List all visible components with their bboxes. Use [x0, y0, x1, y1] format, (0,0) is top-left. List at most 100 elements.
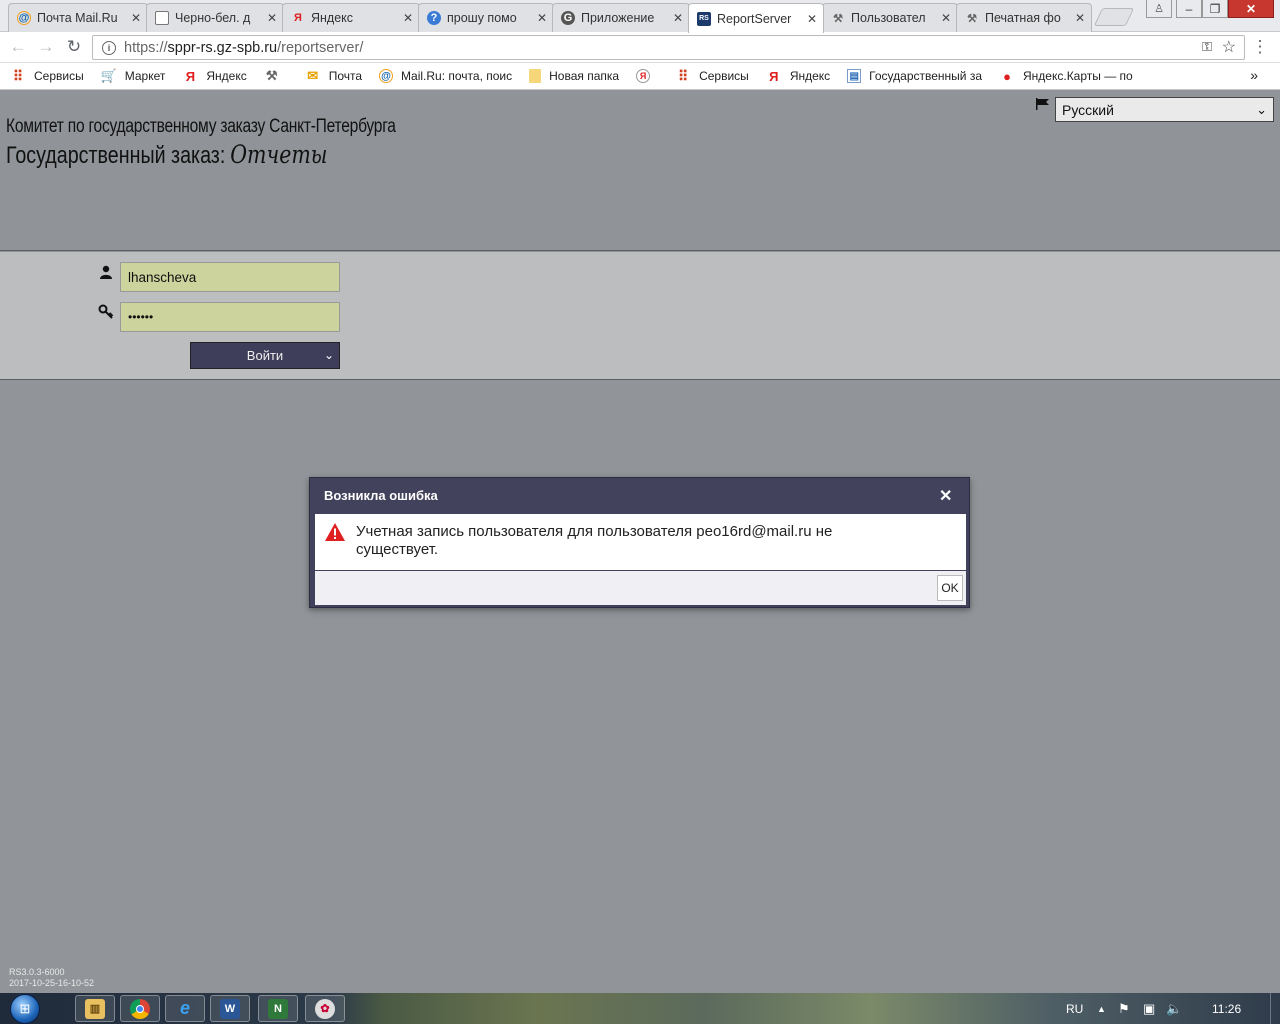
menu-dots-icon[interactable]: ⋮	[1250, 37, 1270, 57]
tab-users[interactable]: ⚒ Пользовател ✕	[822, 3, 958, 32]
tab-title: прошу помо	[447, 11, 517, 25]
password-input[interactable]: ••••••	[120, 302, 340, 332]
more-bookmarks-icon[interactable]: »	[1250, 67, 1258, 83]
taskbar-explorer[interactable]: ▥	[75, 995, 115, 1022]
bookmark-yandex-2[interactable]: Я Яндекс	[766, 68, 830, 84]
close-window-icon[interactable]: ✕	[1228, 0, 1274, 18]
volume-muted-icon[interactable]: 🔈	[1166, 993, 1182, 1024]
error-message: Учетная запись пользователя для пользова…	[356, 523, 833, 558]
bookmark-mail[interactable]: ✉ Почта	[305, 68, 362, 84]
yandex-search-icon: Я	[636, 69, 651, 83]
close-icon[interactable]: ✕	[1075, 11, 1085, 25]
bookmark-services[interactable]: ⠿ Сервисы	[10, 68, 84, 84]
dialog-footer: OK	[315, 571, 966, 605]
close-icon[interactable]: ✕	[537, 11, 547, 25]
tab-mailru[interactable]: @ Почта Mail.Ru ✕	[8, 3, 148, 32]
username-input[interactable]: lhanscheva	[120, 262, 340, 292]
start-button[interactable]: ⊞	[5, 993, 45, 1024]
windows-logo-icon: ⊞	[10, 993, 40, 1024]
chrome-icon	[130, 998, 150, 1019]
bookmark-mailru[interactable]: @ Mail.Ru: почта, поис	[379, 69, 512, 83]
org-title: Комитет по государственному заказу Санкт…	[6, 116, 396, 137]
back-arrow-icon[interactable]: ←	[8, 37, 28, 57]
show-desktop-button[interactable]	[1270, 993, 1280, 1024]
tab-document[interactable]: Черно-бел. д ✕	[146, 3, 284, 32]
login-panel: lhanscheva •••••• Войти ⌄	[0, 252, 1280, 380]
yandex-icon: Я	[769, 68, 779, 84]
taskbar-paint[interactable]: ✿	[305, 995, 345, 1022]
tab-title: ReportServer	[717, 11, 792, 26]
bookmark-services-2[interactable]: ⠿ Сервисы	[675, 68, 749, 84]
address-bar[interactable]: i https://sppr-rs.gz-spb.ru/reportserver…	[92, 35, 1245, 60]
close-icon[interactable]: ✕	[941, 11, 951, 25]
close-icon[interactable]: ✕	[673, 11, 683, 25]
url-path: /reportserver/	[277, 39, 364, 56]
tab-yandex[interactable]: Я Яндекс ✕	[282, 3, 420, 32]
close-icon[interactable]: ✕	[807, 12, 817, 26]
taskbar-project[interactable]: N	[258, 995, 298, 1022]
yandex-icon: Я	[294, 12, 302, 24]
info-icon[interactable]: i	[102, 40, 116, 55]
taskbar-word[interactable]: W	[210, 995, 250, 1022]
flag-icon	[1036, 98, 1049, 110]
google-icon: G	[561, 11, 575, 25]
profile-icon[interactable]: ♙	[1146, 0, 1172, 18]
clock[interactable]: 11:26	[1212, 993, 1241, 1024]
document-icon	[155, 11, 169, 25]
close-icon[interactable]: ✕	[939, 486, 952, 506]
dialog-title: Возникла ошибка	[324, 488, 438, 503]
minimize-icon[interactable]: –	[1176, 0, 1202, 18]
tab-app[interactable]: G Приложение ✕	[552, 3, 690, 32]
mailru-icon: @	[17, 11, 31, 25]
warning-icon	[325, 523, 345, 541]
bookmark-gov[interactable]: ▤ Государственный за	[847, 69, 982, 83]
bookmark-label: Государственный за	[869, 69, 982, 83]
bookmark-label: Сервисы	[34, 69, 84, 83]
key-icon[interactable]: ⚿	[1202, 39, 1212, 55]
bookmark-yandex-maps[interactable]: ● Яндекс.Карты — по	[999, 68, 1133, 84]
ok-button[interactable]: OK	[937, 575, 963, 601]
tab-answers[interactable]: ? прошу помо ✕	[418, 3, 554, 32]
chevron-down-icon[interactable]: ⌄	[324, 348, 334, 362]
url-scheme: https://	[124, 39, 168, 56]
action-center-flag-icon[interactable]: ⚑	[1118, 993, 1130, 1024]
bookmark-label: Яндекс	[206, 69, 247, 83]
restore-icon[interactable]: ❐	[1202, 0, 1228, 18]
bookmark-label: Mail.Ru: почта, поис	[401, 69, 513, 83]
forward-arrow-icon[interactable]: →	[36, 37, 56, 57]
tray-expand-icon[interactable]: ▲	[1097, 993, 1106, 1024]
bookmark-new-folder[interactable]: Новая папка	[529, 69, 619, 83]
bookmark-market[interactable]: 🛒 Маркет	[101, 68, 166, 84]
bookmark-yandex-search[interactable]: Я	[636, 69, 658, 83]
bookmark-label: Яндекс.Карты — по	[1023, 69, 1133, 83]
cart-icon: 🛒	[100, 68, 117, 83]
star-icon[interactable]: ☆	[1222, 37, 1236, 57]
tools-icon: ⚒	[833, 12, 843, 25]
dialog-body: Учетная запись пользователя для пользова…	[315, 514, 966, 570]
envelope-icon: ✉	[307, 68, 319, 83]
close-icon[interactable]: ✕	[403, 11, 413, 25]
language-value: Русский	[1062, 101, 1114, 118]
bookmark-label: Сервисы	[699, 69, 749, 83]
project-icon: N	[268, 998, 288, 1019]
language-select[interactable]: Русский ⌄	[1055, 97, 1274, 122]
close-icon[interactable]: ✕	[267, 11, 277, 25]
paint-icon: ✿	[315, 998, 335, 1019]
reload-icon[interactable]: ↻	[64, 37, 84, 57]
bookmark-yandex[interactable]: Я Яндекс	[182, 68, 247, 84]
new-tab-button[interactable]	[1093, 8, 1135, 26]
bookmark-tools[interactable]: ⚒	[264, 68, 288, 84]
tab-title: Печатная фо	[985, 11, 1061, 25]
close-icon[interactable]: ✕	[131, 11, 141, 25]
login-button[interactable]: Войти ⌄	[190, 342, 340, 369]
taskbar-ie[interactable]: e	[165, 995, 205, 1022]
yandex-icon: Я	[185, 68, 196, 84]
network-icon[interactable]: ▣	[1143, 993, 1155, 1024]
tab-print-form[interactable]: ⚒ Печатная фо ✕	[956, 3, 1092, 32]
build-timestamp: 2017-10-25-16-10-52	[9, 978, 95, 988]
tab-reportserver[interactable]: RS ReportServer ✕	[688, 3, 824, 33]
taskbar-chrome[interactable]	[120, 995, 160, 1022]
tray-language[interactable]: RU	[1066, 993, 1083, 1024]
key-icon	[98, 304, 114, 320]
word-icon: W	[220, 998, 240, 1019]
